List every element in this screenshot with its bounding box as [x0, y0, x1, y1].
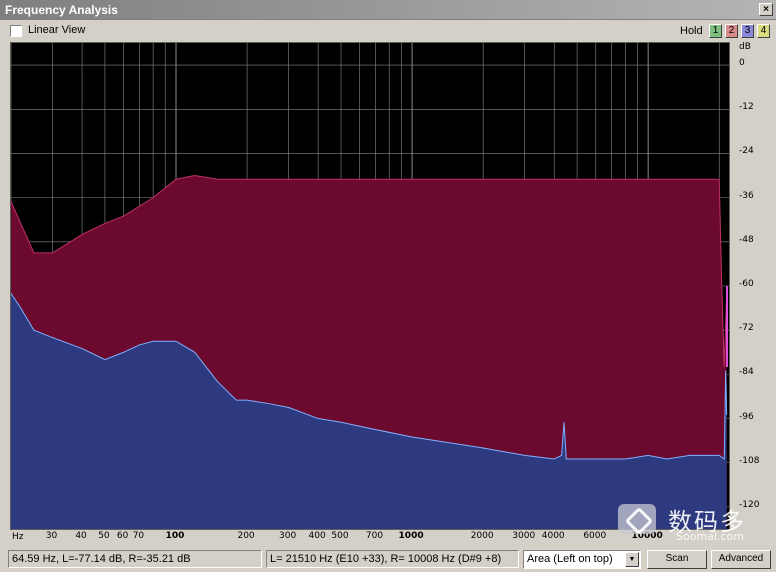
db-tick-label: 0	[739, 58, 745, 69]
hz-tick-label: 500	[331, 531, 349, 541]
window-titlebar: Frequency Analysis ×	[0, 0, 776, 20]
watermark: 数码多 Soomal.com	[616, 500, 776, 546]
hold-button-2[interactable]: 2	[725, 24, 738, 38]
hz-tick-label: 2000	[470, 531, 494, 541]
linear-view-label: Linear View	[28, 24, 86, 36]
hold-button-4[interactable]: 4	[757, 24, 770, 38]
hz-tick-label: 100	[165, 531, 185, 541]
db-axis: dB 0 -12 -24 -36 -48 -60 -72 -84 -96 -108 -120	[732, 42, 776, 530]
chevron-down-icon[interactable]: ▼	[625, 552, 639, 567]
advanced-button[interactable]: Advanced	[711, 550, 771, 569]
db-tick-label: -96	[739, 411, 754, 422]
db-tick-label: -48	[739, 234, 754, 245]
linear-view-checkbox[interactable]	[10, 25, 22, 37]
hz-tick-label: 400	[308, 531, 326, 541]
hz-tick-label: 60	[116, 531, 129, 541]
spectrum-plot[interactable]	[10, 42, 730, 530]
hz-tick-label: 50	[98, 531, 110, 541]
db-tick-label: -108	[739, 455, 760, 466]
hz-tick-label: 40	[75, 531, 87, 541]
hold-button-1[interactable]: 1	[709, 24, 722, 38]
db-tick-label: -36	[739, 190, 754, 201]
db-axis-unit: dB	[739, 42, 751, 52]
peak-readout: L= 21510 Hz (E10 +33), R= 10008 Hz (D#9 …	[266, 550, 519, 568]
db-tick-label: -24	[739, 146, 754, 157]
window-title: Frequency Analysis	[5, 3, 118, 17]
hold-button-3[interactable]: 3	[741, 24, 754, 38]
toolbar: Linear View Hold 1 2 3 4	[0, 20, 776, 42]
db-tick-label: -72	[739, 323, 754, 334]
hz-tick-label: 3000	[512, 531, 536, 541]
db-tick-label: -12	[739, 102, 754, 113]
hold-label: Hold	[680, 25, 703, 37]
cursor-readout: 64.59 Hz, L=-77.14 dB, R=-35.21 dB	[8, 550, 262, 568]
status-bar: 64.59 Hz, L=-77.14 dB, R=-35.21 dB L= 21…	[0, 547, 776, 572]
hz-tick-label: 4000	[541, 531, 565, 541]
hz-tick-label: 70	[132, 531, 145, 541]
hz-tick-label: 700	[365, 531, 384, 541]
hz-tick-label: 30	[45, 531, 58, 541]
hz-tick-label: 1000	[398, 531, 424, 541]
db-tick-label: -60	[739, 279, 754, 289]
close-icon[interactable]: ×	[759, 3, 773, 16]
watermark-en-text: Soomal.com	[676, 530, 744, 543]
db-tick-label: -84	[739, 367, 754, 378]
hz-tick-label: 200	[237, 531, 255, 541]
view-mode-select[interactable]: Area (Left on top) ▼	[523, 550, 641, 569]
view-mode-value: Area (Left on top)	[527, 553, 613, 565]
hz-tick-label: 6000	[583, 531, 607, 541]
hz-tick-label: 300	[279, 531, 297, 541]
scan-button[interactable]: Scan	[647, 550, 707, 569]
hz-axis-unit: Hz	[12, 532, 24, 542]
soomal-logo-icon	[618, 504, 656, 534]
